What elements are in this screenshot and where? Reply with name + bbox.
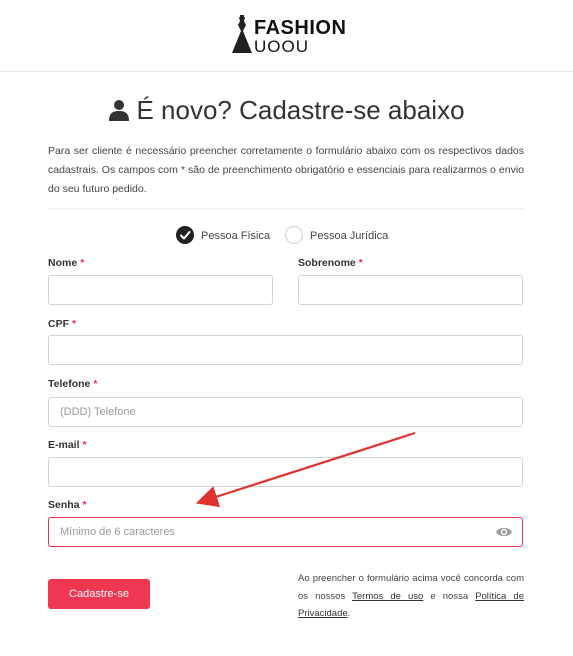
telefone-label-text: Telefone [48, 378, 91, 390]
telefone-label: Telefone * [48, 378, 98, 390]
terms-text: Ao preencher o formulário acima você con… [298, 570, 524, 623]
radio-checked-circle[interactable] [176, 226, 194, 244]
divider [48, 208, 524, 209]
intro-text: Para ser cliente é necessário preencher … [48, 145, 524, 195]
brand-logo[interactable]: FASHION UOOU [230, 15, 350, 57]
nome-label-text: Nome [48, 257, 78, 269]
senha-placeholder: Mínimo de 6 caracteres [60, 526, 175, 538]
senha-label-text: Senha [48, 499, 80, 511]
sobrenome-label: Sobrenome * [298, 257, 363, 269]
cpf-input[interactable] [48, 335, 523, 365]
senha-input[interactable]: Mínimo de 6 caracteres [48, 517, 523, 547]
termos-de-uso-link[interactable]: Termos de uso [352, 591, 423, 602]
email-input[interactable] [48, 457, 523, 487]
check-icon [180, 231, 191, 240]
radio-pessoa-juridica[interactable]: Pessoa Jurídica [285, 226, 395, 246]
telefone-input[interactable]: (DDD) Telefone [48, 397, 523, 427]
required-mark: * [93, 378, 98, 390]
sobrenome-input[interactable] [298, 275, 523, 305]
radio-pessoa-fisica[interactable]: Pessoa Física [176, 226, 276, 246]
eye-icon[interactable] [495, 525, 513, 539]
required-mark: * [80, 257, 85, 269]
cpf-label-text: CPF [48, 318, 69, 330]
nome-label: Nome * [48, 257, 84, 269]
page-title: É novo? Cadastre-se abaixo [0, 95, 573, 126]
radio-unchecked-circle[interactable] [285, 226, 303, 244]
page-title-text: É novo? Cadastre-se abaixo [136, 95, 465, 125]
email-label-text: E-mail [48, 439, 80, 451]
user-icon [109, 100, 130, 121]
required-mark: * [72, 318, 77, 330]
cpf-label: CPF * [48, 318, 76, 330]
person-type-selector: Pessoa Física Pessoa Jurídica [0, 226, 573, 246]
required-mark: * [82, 499, 87, 511]
radio-pessoa-juridica-label[interactable]: Pessoa Jurídica [310, 227, 388, 245]
cadastre-se-button[interactable]: Cadastre-se [48, 579, 150, 609]
email-label: E-mail * [48, 439, 87, 451]
dress-icon [232, 15, 252, 53]
logo-text-bottom: UOOU [254, 37, 309, 56]
site-header: FASHION UOOU [0, 0, 573, 72]
nome-input[interactable] [48, 275, 273, 305]
sobrenome-label-text: Sobrenome [298, 257, 356, 269]
required-mark: * [82, 439, 87, 451]
terms-suffix: . [347, 608, 351, 619]
required-mark: * [358, 257, 363, 269]
radio-pessoa-fisica-label[interactable]: Pessoa Física [201, 227, 270, 245]
terms-middle: e nossa [430, 590, 469, 602]
senha-label: Senha * [48, 499, 87, 511]
